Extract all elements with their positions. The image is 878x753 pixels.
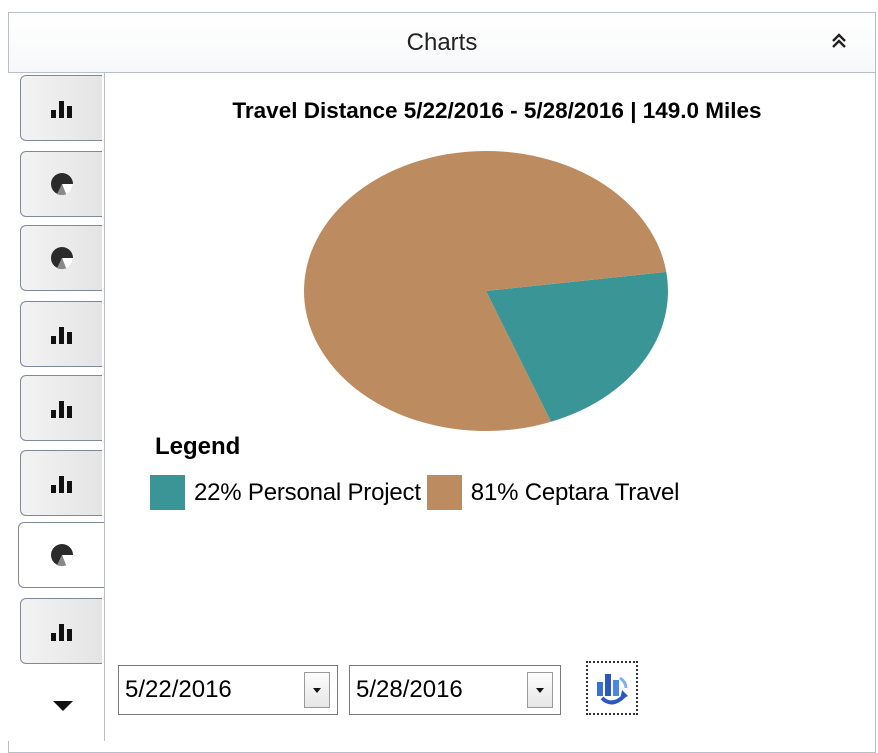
bar-chart-icon [50, 624, 72, 641]
start-date-value: 5/22/2016 [125, 676, 232, 703]
chart-tab-2[interactable] [20, 151, 102, 217]
chevron-down-icon [536, 688, 544, 693]
chart-title: Travel Distance 5/22/2016 - 5/28/2016 | … [232, 98, 762, 123]
chart-tab-3[interactable] [20, 225, 102, 291]
end-date-picker[interactable]: 5/28/2016 [349, 665, 561, 715]
chart-tab-4[interactable] [20, 301, 102, 367]
collapse-button[interactable] [825, 27, 853, 55]
bar-chart-icon [50, 476, 72, 493]
pie-chart [303, 151, 668, 432]
start-date-picker[interactable]: 5/22/2016 [118, 665, 338, 715]
refresh-chart-button[interactable] [586, 661, 638, 715]
double-chevron-up-icon [832, 33, 846, 48]
legend-item-personal-project: 22% Personal Project [150, 475, 421, 510]
legend-item-ceptara-travel: 81% Ceptara Travel [426, 475, 680, 510]
legend-swatch [426, 475, 462, 510]
pie-chart-icon [50, 247, 73, 270]
chevron-down-icon [313, 688, 321, 693]
scroll-down-button[interactable] [50, 695, 76, 715]
bar-chart-icon [50, 101, 72, 118]
chart-tab-5[interactable] [20, 375, 102, 441]
legend-swatch [150, 475, 185, 510]
end-date-dropdown-button[interactable] [527, 672, 553, 708]
legend-title: Legend [155, 433, 241, 460]
chart-tab-1[interactable] [20, 75, 102, 141]
chart-tab-8[interactable] [20, 598, 102, 664]
end-date-value: 5/28/2016 [356, 676, 463, 703]
pie-chart-icon [50, 544, 73, 567]
panel-header: Charts [8, 12, 876, 73]
start-date-dropdown-button[interactable] [304, 672, 330, 708]
pie-chart-icon [50, 173, 73, 196]
caret-down-icon [53, 701, 73, 711]
chart-tab-7[interactable] [18, 522, 104, 588]
legend-label: 81% Ceptara Travel [470, 478, 680, 506]
legend-label: 22% Personal Project [194, 478, 421, 506]
bar-chart-icon [50, 327, 72, 344]
bar-chart-icon [50, 401, 72, 418]
refresh-chart-icon [597, 674, 628, 705]
legend: 22% Personal Project 81% Ceptara Travel [150, 475, 685, 510]
panel-title: Charts [406, 29, 478, 56]
chart-tab-6[interactable] [20, 450, 102, 516]
